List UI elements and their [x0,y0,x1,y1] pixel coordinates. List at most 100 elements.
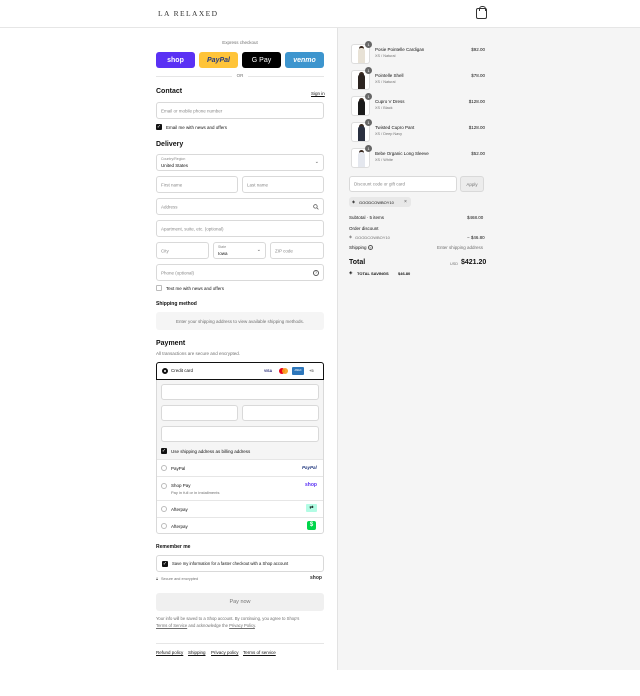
secure-encrypted-label: Secure and encrypted [161,577,199,581]
card-security-code-field[interactable] [242,405,319,421]
product-figure [358,126,365,141]
state-value: Iowa [218,251,228,256]
shopping-bag-icon[interactable] [476,6,487,19]
venmo-label: venmo [293,56,316,64]
product-figure [358,100,365,115]
product-price: $128.00 [468,125,485,130]
product-name: Posie Pointelle Cardigan [375,47,425,52]
paypal-label: PayPal [207,56,230,64]
remember-me-checkbox[interactable]: ✓ [162,561,168,567]
email-news-checkbox[interactable]: ✓ [156,124,162,130]
paypal-express-button[interactable]: PayPal [199,52,238,68]
quantity-badge: 1 [365,93,372,100]
amex-icon: AMEX [292,367,304,375]
paypal-option-label: PayPal [171,466,186,471]
country-select[interactable]: Country/Region United States ⌄ [156,154,324,171]
remember-me-box[interactable]: ✓ Save my information for a faster check… [156,555,324,572]
product-price: $128.00 [468,99,485,104]
credit-card-label: Credit card [171,368,194,373]
delivery-heading: Delivery [156,141,184,148]
credit-card-option[interactable]: Credit card VISA AMEX +5 [156,362,324,380]
discount-code-field[interactable]: Discount code or gift card [349,176,457,192]
country-label: Country/Region [161,157,186,161]
subtotal-label: Subtotal · 5 items [349,215,385,220]
city-field[interactable]: City [156,242,209,259]
cash-app-afterpay-option-label: Afterpay [171,524,188,529]
visa-icon: VISA [264,369,273,373]
email-news-label: Email me with news and offers [166,125,227,130]
product-price: $52.00 [471,151,485,156]
product-price: $78.00 [471,73,485,78]
card-number-field[interactable] [161,384,319,400]
chevron-down-icon: ⌄ [314,159,319,165]
card-expiry-field[interactable] [161,405,238,421]
state-label: State [218,245,227,249]
apartment-field[interactable]: Apartment, suite, etc. (optional) [156,220,324,237]
last-name-placeholder: Last name [247,182,269,187]
tag-icon: ◈ [352,199,356,204]
shop-pay-option[interactable]: Shop Pay Pay in full or in installments … [157,477,323,500]
zip-field[interactable]: ZIP code [270,242,324,259]
google-pay-express-button[interactable]: G Pay [242,52,281,68]
billing-same-checkbox[interactable]: ✓ [161,448,167,454]
shop-pay-option-label: Shop Pay [171,483,191,488]
applied-discount-tag: ◈ GOODCOWBOY10 × [349,197,411,207]
refund-policy-link[interactable]: Refund policy [156,650,183,655]
pay-now-button[interactable]: Pay now [156,593,324,611]
shop-pay-express-button[interactable]: shop [156,52,195,68]
terms-of-service-footer-link[interactable]: Terms of service [243,650,276,655]
help-icon[interactable]: ? [313,270,319,276]
express-checkout-label: Express checkout [222,40,258,45]
shipping-policy-link[interactable]: Shipping [188,650,206,655]
product-variant: XS / Natural [375,80,396,84]
cart-item: 1 Posie Pointelle Cardigan XS / Natural $92… [349,41,485,66]
shop-pay-radio[interactable] [161,483,167,489]
sign-in-link[interactable]: Sign in [311,91,325,96]
privacy-policy-footer-link[interactable]: Privacy policy [211,650,239,655]
or-divider-right [248,76,324,77]
product-variant: XS / White [375,158,393,162]
remove-discount-icon[interactable]: × [404,199,407,205]
discount-placeholder: Discount code or gift card [354,181,406,187]
paypal-radio[interactable] [161,465,167,471]
text-news-checkbox[interactable] [156,285,162,291]
total-label: Total [349,259,366,266]
first-name-placeholder: First name [161,182,183,187]
cash-app-icon: $ [307,521,316,530]
first-name-field[interactable]: First name [156,176,238,193]
address-field[interactable]: Address [156,198,324,215]
lock-icon: 🔒︎ [156,576,159,581]
product-price: $92.00 [471,47,485,52]
zip-placeholder: ZIP code [275,248,293,253]
product-name: Bebe Organic Long Sleeve [375,151,429,156]
phone-field[interactable]: Phone (optional) ? [156,264,324,281]
terms-of-service-link[interactable]: Terms of Service [156,623,187,628]
privacy-policy-link[interactable]: Privacy Policy [229,623,255,628]
afterpay-radio[interactable] [161,506,167,512]
product-name: Cupro V Dress [375,99,405,104]
afterpay-option[interactable]: Afterpay ⇄ [157,501,323,517]
paypal-option[interactable]: PayPal PayPal [157,460,323,476]
product-variant: XS / Natural [375,54,396,58]
help-icon[interactable]: ? [368,245,373,250]
cash-app-afterpay-radio[interactable] [161,523,167,529]
text-news-label: Text me with news and offers [166,286,224,291]
city-placeholder: City [161,248,169,253]
cash-app-afterpay-option[interactable]: Afterpay $ [157,518,323,534]
product-variant: XS / Deep Navy [375,132,403,136]
afterpay-icon: ⇄ [306,504,317,512]
last-name-field[interactable]: Last name [242,176,324,193]
venmo-express-button[interactable]: venmo [285,52,324,68]
google-pay-label: G Pay [251,56,272,64]
credit-card-radio[interactable] [162,368,168,374]
state-select[interactable]: State Iowa ⌄ [213,242,266,259]
apply-discount-button[interactable]: Apply [460,176,484,192]
search-icon [313,204,319,210]
billing-same-label: Use shipping address as billing address [171,449,251,454]
product-figure [358,152,365,167]
paypal-icon: PayPal [302,465,317,470]
card-name-field[interactable] [161,426,319,442]
store-logo[interactable]: LA RELAXED [158,9,218,18]
email-field[interactable]: Email or mobile phone number [156,102,324,119]
address-placeholder: Address [161,204,178,209]
